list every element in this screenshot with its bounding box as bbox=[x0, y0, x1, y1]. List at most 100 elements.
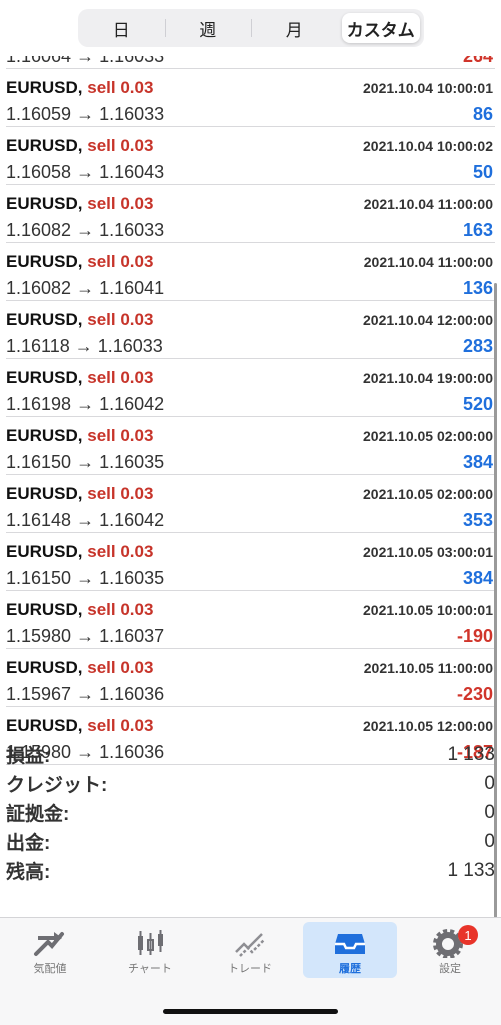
trade-symbol: EURUSD, sell 0.03 bbox=[6, 426, 154, 445]
tab-label: 設定 bbox=[439, 963, 461, 975]
period-selector-bar: 日 週 月 カスタム bbox=[0, 0, 501, 56]
trade-symbol: EURUSD, sell 0.03 bbox=[6, 484, 154, 503]
trade-symbol: EURUSD, sell 0.03 bbox=[6, 600, 154, 619]
tab-quotes[interactable]: 気配値 bbox=[3, 922, 97, 978]
period-month-tab[interactable]: 月 bbox=[251, 13, 334, 43]
chart-icon bbox=[138, 930, 163, 955]
trade-symbol: EURUSD, sell 0.03 bbox=[6, 252, 154, 271]
trade-side: sell 0.03 bbox=[87, 600, 154, 619]
trade-side: sell 0.03 bbox=[87, 484, 154, 503]
trade-prices: 1.16198 → 1.16042 bbox=[6, 394, 165, 414]
quotes-icon bbox=[34, 932, 64, 956]
trade-profit: -190 bbox=[456, 626, 493, 646]
trade-prices: 1.16150 → 1.16035 bbox=[6, 568, 165, 588]
trade-profit: 86 bbox=[472, 104, 493, 124]
summary-label: 出金: bbox=[6, 833, 51, 854]
trade-side: sell 0.03 bbox=[87, 658, 154, 677]
trade-symbol: EURUSD, sell 0.03 bbox=[6, 310, 154, 329]
trade-side: sell 0.03 bbox=[87, 542, 154, 561]
trade-time: 2021.10.05 03:00:01 bbox=[363, 544, 493, 560]
trade-profit: -230 bbox=[456, 684, 493, 704]
history-icon bbox=[335, 934, 365, 954]
trade-row[interactable]: EURUSD, sell 0.03 2021.10.04 12:00:00 1.16… bbox=[6, 300, 495, 359]
trade-prices: 1.15980 → 1.16037 bbox=[6, 626, 165, 646]
trade-profit: 384 bbox=[462, 452, 493, 472]
tab-label: 履歴 bbox=[339, 963, 361, 975]
trade-row[interactable]: EURUSD, sell 0.03 2021.10.04 11:00:00 1.16… bbox=[6, 184, 495, 243]
tab-label: トレード bbox=[228, 963, 272, 975]
trade-side: sell 0.03 bbox=[87, 426, 154, 445]
trade-profit: 163 bbox=[462, 220, 493, 240]
period-week-tab[interactable]: 週 bbox=[164, 13, 248, 43]
trade-prices: 1.16058 → 1.16043 bbox=[6, 162, 165, 182]
tab-history[interactable]: 履歴 bbox=[303, 922, 397, 978]
trade-symbol: EURUSD, sell 0.03 bbox=[6, 136, 154, 155]
summary-label: 損益: bbox=[6, 746, 51, 767]
summary-label: 証拠金: bbox=[6, 804, 70, 825]
summary-profit-row: 損益: 1 133 bbox=[6, 740, 495, 769]
tab-trade[interactable]: トレード bbox=[203, 922, 297, 978]
trade-side: sell 0.03 bbox=[87, 78, 154, 97]
trade-prices: 1.16118 → 1.16033 bbox=[6, 336, 163, 356]
trade-time: 2021.10.05 02:00:00 bbox=[363, 428, 493, 444]
trade-row[interactable]: EURUSD, sell 0.03 2021.10.04 19:00:00 1.16… bbox=[6, 358, 495, 417]
trade-profit: 136 bbox=[462, 278, 493, 298]
trade-row[interactable]: EURUSD, sell 0.03 2021.10.05 02:00:00 1.16… bbox=[6, 474, 495, 533]
summary-label: 残高: bbox=[6, 862, 51, 883]
trade-profit: 520 bbox=[462, 394, 493, 414]
trade-profit: 283 bbox=[462, 336, 493, 356]
trade-prices: 1.16082 → 1.16041 bbox=[6, 278, 165, 298]
trade-side: sell 0.03 bbox=[87, 368, 154, 387]
notification-badge: 1 bbox=[458, 925, 478, 945]
trade-prices: 1.16082 → 1.16033 bbox=[6, 220, 165, 240]
trade-time: 2021.10.05 10:00:01 bbox=[363, 602, 493, 618]
trade-row[interactable]: EURUSD, sell 0.03 2021.10.05 10:00:01 1.15… bbox=[6, 590, 495, 649]
trade-time: 2021.10.04 19:00:00 bbox=[363, 370, 493, 386]
trade-row[interactable]: EURUSD, sell 0.03 2021.10.04 10:00:02 1.16… bbox=[6, 126, 495, 185]
trade-time: 2021.10.05 02:00:00 bbox=[363, 486, 493, 502]
trade-side: sell 0.03 bbox=[87, 716, 154, 735]
home-indicator bbox=[163, 1009, 338, 1014]
trade-side: sell 0.03 bbox=[87, 136, 154, 155]
trade-time: 2021.10.04 10:00:01 bbox=[363, 80, 493, 96]
trade-time: 2021.10.04 12:00:00 bbox=[363, 312, 493, 328]
trade-row[interactable]: EURUSD, sell 0.03 2021.10.05 11:00:00 1.15… bbox=[6, 648, 495, 707]
period-day-tab[interactable]: 日 bbox=[82, 13, 161, 43]
trade-symbol: EURUSD, sell 0.03 bbox=[6, 716, 154, 735]
period-segmented-control: 日 週 月 カスタム bbox=[78, 9, 424, 47]
trade-time: 2021.10.04 10:00:02 bbox=[363, 138, 493, 154]
trade-time: 2021.10.05 11:00:00 bbox=[363, 660, 493, 676]
summary-value: 1 133 bbox=[447, 743, 495, 765]
trade-time: 2021.10.05 12:00:00 bbox=[363, 718, 493, 734]
tab-label: チャート bbox=[128, 963, 172, 975]
account-summary: 損益: 1 133 クレジット: 0 証拠金: 0 出金: 0 残高: 1 13… bbox=[6, 740, 495, 885]
trade-time: 2021.10.04 11:00:00 bbox=[363, 254, 493, 270]
trade-symbol: EURUSD, sell 0.03 bbox=[6, 542, 154, 561]
trade-prices: 1.16150 → 1.16035 bbox=[6, 452, 165, 472]
trade-side: sell 0.03 bbox=[87, 194, 154, 213]
trade-profit: 384 bbox=[462, 568, 493, 588]
trade-symbol: EURUSD, sell 0.03 bbox=[6, 78, 154, 97]
tab-settings[interactable]: 設定 1 bbox=[403, 922, 497, 978]
period-custom-tab[interactable]: カスタム bbox=[341, 13, 420, 43]
trade-row[interactable]: EURUSD, sell 0.03 2021.10.05 03:00:01 1.16… bbox=[6, 532, 495, 591]
summary-value: 1 133 bbox=[447, 859, 495, 881]
trade-symbol: EURUSD, sell 0.03 bbox=[6, 658, 154, 677]
trade-row[interactable]: EURUSD, sell 0.03 2021.10.04 11:00:00 1.16… bbox=[6, 242, 495, 301]
tab-chart[interactable]: チャート bbox=[103, 922, 197, 978]
trade-row[interactable]: EURUSD, sell 0.03 2021.10.04 10:00:01 1.16… bbox=[6, 68, 495, 127]
scrollbar[interactable] bbox=[494, 283, 497, 918]
trade-profit: 353 bbox=[462, 510, 493, 530]
trade-symbol: EURUSD, sell 0.03 bbox=[6, 368, 154, 387]
summary-balance-row: 残高: 1 133 bbox=[6, 856, 495, 885]
trade-prices: 1.16148 → 1.16042 bbox=[6, 510, 165, 530]
trade-profit: 50 bbox=[472, 162, 493, 182]
trade-time: 2021.10.04 11:00:00 bbox=[363, 196, 493, 212]
summary-credit-row: クレジット: 0 bbox=[6, 769, 495, 798]
summary-label: クレジット: bbox=[6, 775, 108, 796]
trade-row[interactable]: EURUSD, sell 0.03 2021.10.05 02:00:00 1.16… bbox=[6, 416, 495, 475]
trade-symbol: EURUSD, sell 0.03 bbox=[6, 194, 154, 213]
trade-prices: 1.15967 → 1.16036 bbox=[6, 684, 165, 704]
tab-label: 気配値 bbox=[33, 963, 67, 975]
trade-side: sell 0.03 bbox=[87, 252, 154, 271]
